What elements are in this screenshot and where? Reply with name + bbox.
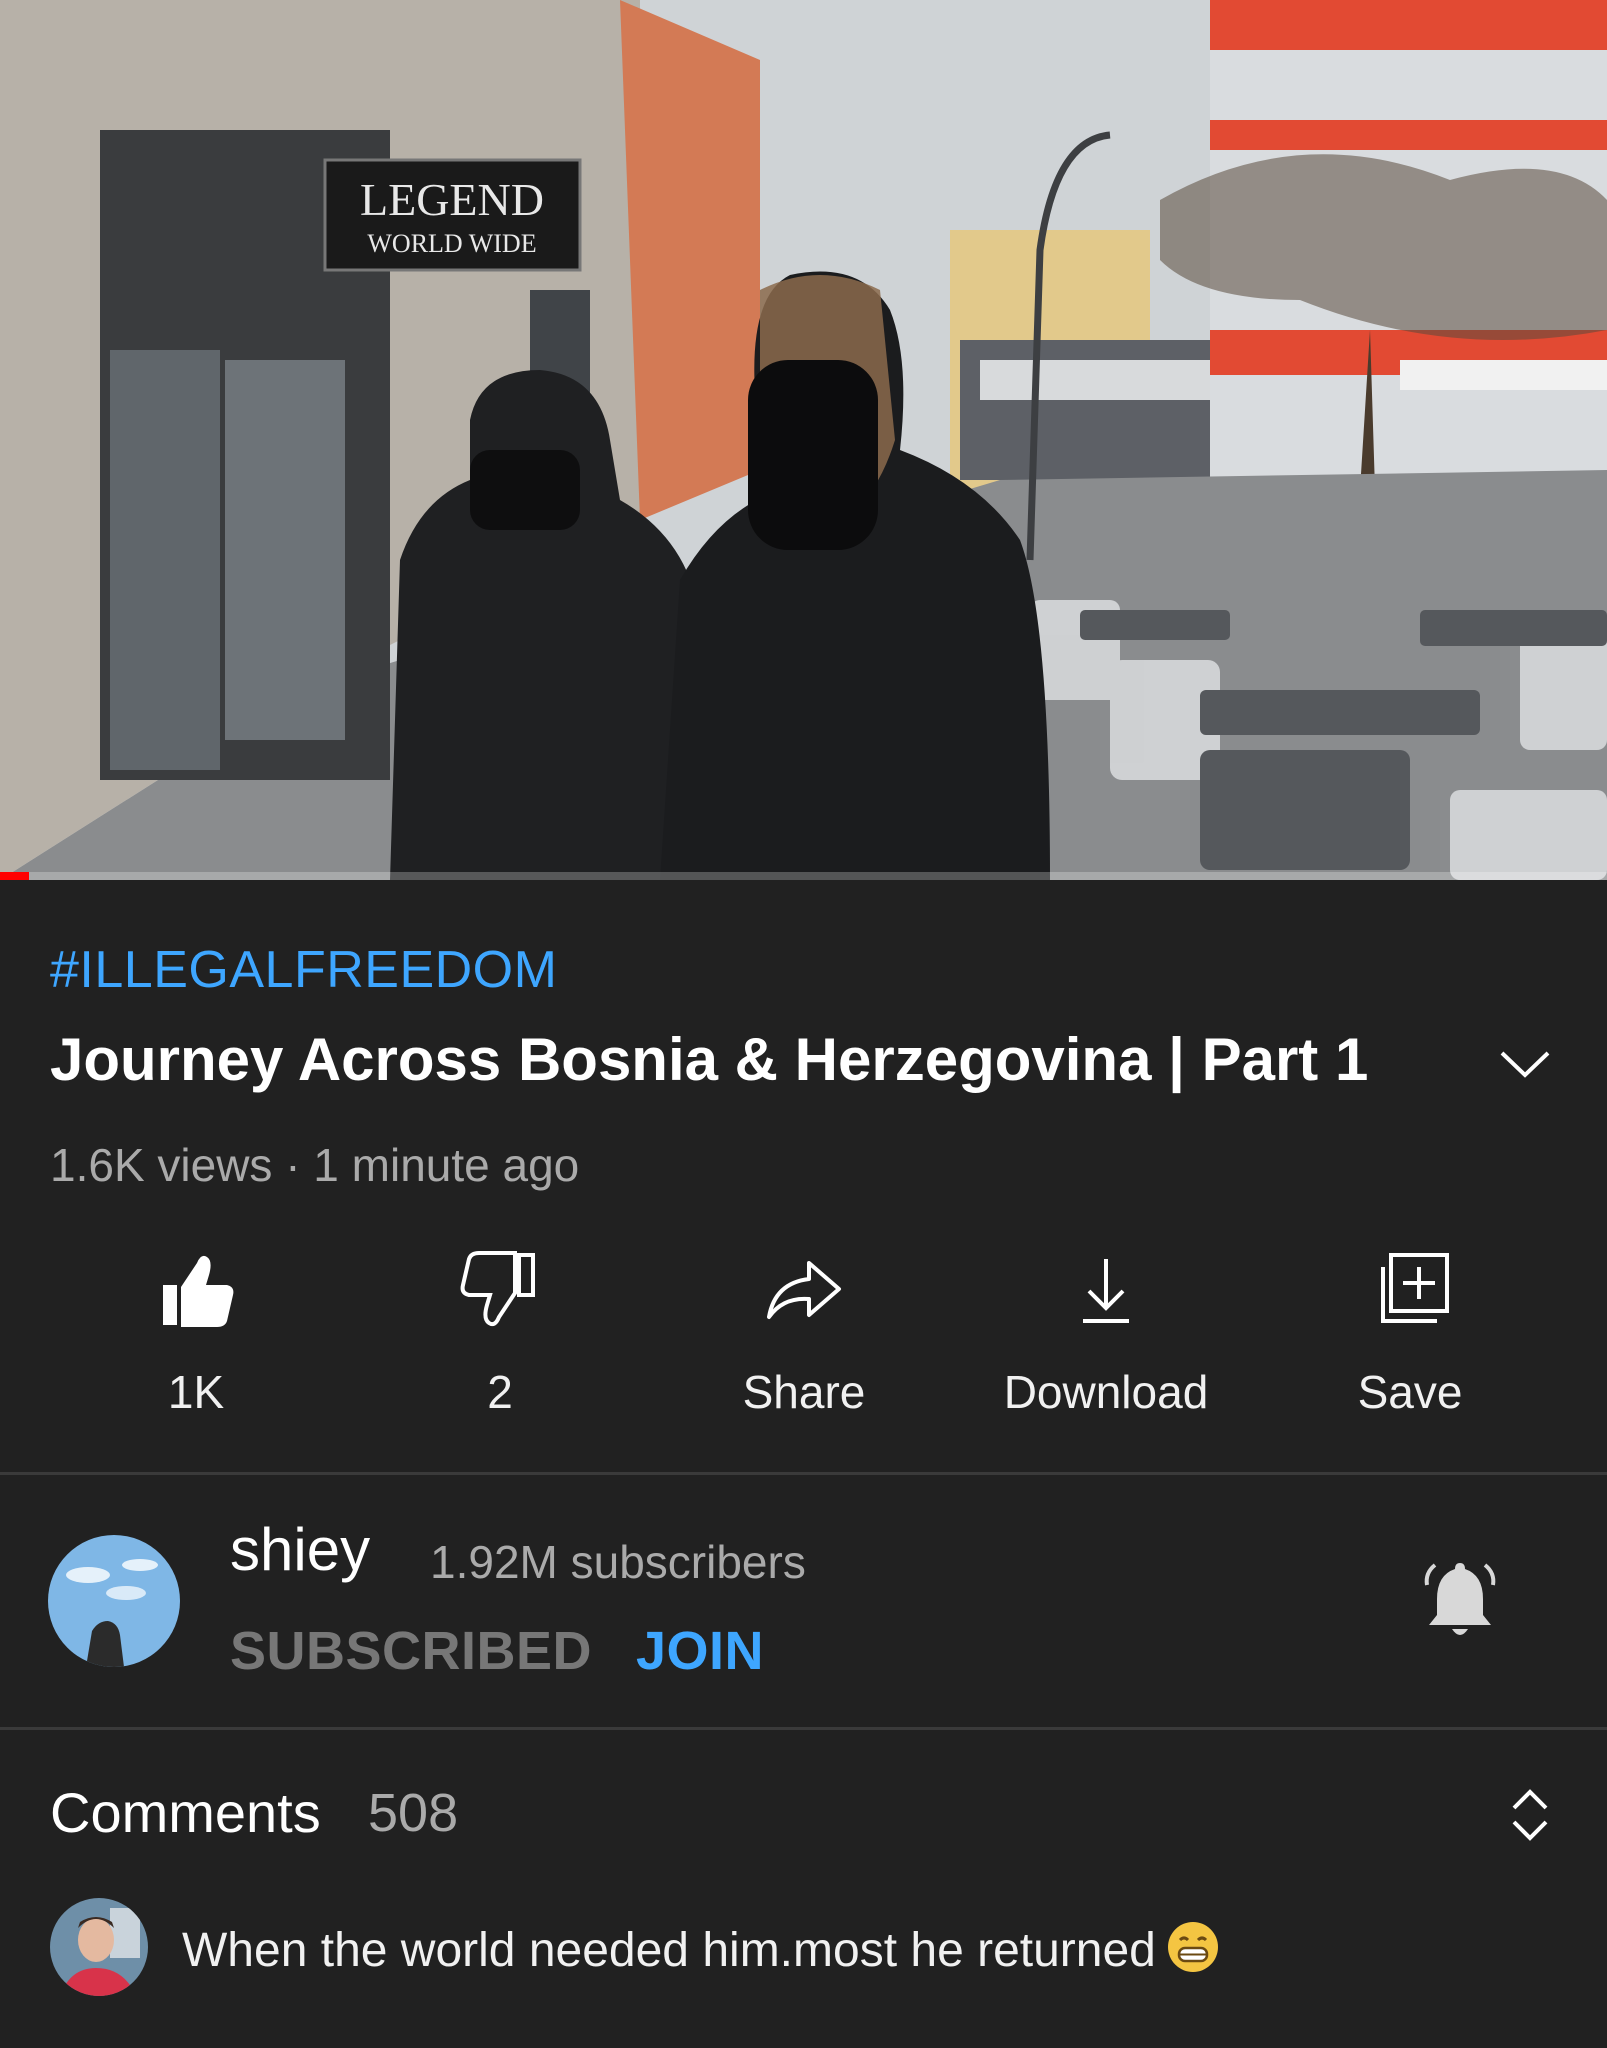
subscribed-button[interactable]: SUBSCRIBED xyxy=(230,1620,592,1682)
unfold-icon xyxy=(1512,1789,1548,1841)
video-player[interactable]: LEGEND WORLD WIDE xyxy=(0,0,1607,880)
dislike-count: 2 xyxy=(487,1366,513,1418)
store-sign-line2: WORLD WIDE xyxy=(367,229,536,258)
notification-bell-button[interactable] xyxy=(1415,1555,1505,1645)
join-button[interactable]: JOIN xyxy=(636,1620,764,1682)
video-progress-played xyxy=(0,872,29,880)
comments-header[interactable]: Comments 508 xyxy=(50,1780,1560,1850)
download-button[interactable]: Download xyxy=(956,1245,1256,1435)
dislike-button[interactable]: 2 xyxy=(350,1245,650,1435)
hashtag-link[interactable]: #ILLEGALFREEDOM xyxy=(50,940,557,1000)
bell-icon xyxy=(1424,1563,1496,1635)
comments-count: 508 xyxy=(368,1783,459,1843)
chevron-down-icon xyxy=(1500,1051,1550,1078)
like-button[interactable]: 1K xyxy=(46,1245,346,1435)
video-frame-image: LEGEND WORLD WIDE xyxy=(0,0,1607,880)
thumbs-down-icon xyxy=(460,1251,535,1327)
commenter-avatar[interactable] xyxy=(50,1898,148,1996)
channel-avatar-image xyxy=(48,1535,180,1667)
video-title: Journey Across Bosnia & Herzegovina | Pa… xyxy=(50,1026,1369,1093)
commenter-avatar-image xyxy=(50,1898,148,1996)
expand-description-button[interactable] xyxy=(1490,1033,1560,1093)
like-count: 1K xyxy=(167,1366,225,1418)
title-row[interactable]: Journey Across Bosnia & Herzegovina | Pa… xyxy=(50,1025,1560,1105)
action-bar: 1K 2 Share Download Save xyxy=(0,1245,1607,1435)
download-label: Download xyxy=(1003,1366,1209,1418)
top-comment[interactable]: When the world needed him.most he return… xyxy=(182,1920,1220,1978)
thumbs-up-icon xyxy=(163,1255,234,1327)
save-button[interactable]: Save xyxy=(1260,1245,1560,1435)
comments-title: Comments xyxy=(50,1781,321,1844)
store-sign-line1: LEGEND xyxy=(360,174,544,225)
save-label: Save xyxy=(1357,1366,1463,1418)
share-label: Share xyxy=(742,1366,866,1418)
video-progress-bar[interactable] xyxy=(0,872,1607,880)
download-icon xyxy=(1083,1259,1129,1323)
share-button[interactable]: Share xyxy=(654,1245,954,1435)
subscriber-count: 1.92M subscribers xyxy=(430,1536,806,1588)
divider xyxy=(0,1727,1607,1730)
add-to-playlist-icon xyxy=(1381,1253,1449,1323)
grinning-face-emoji-icon xyxy=(1167,1922,1218,1972)
share-icon xyxy=(767,1261,841,1319)
divider xyxy=(0,1472,1607,1475)
top-comment-text: When the world needed him.most he return… xyxy=(182,1924,1156,1977)
channel-avatar[interactable] xyxy=(48,1535,180,1667)
video-meta: 1.6K views · 1 minute ago xyxy=(50,1139,580,1191)
channel-name[interactable]: shiey xyxy=(230,1515,370,1584)
comments-expand-button[interactable] xyxy=(1500,1780,1560,1850)
